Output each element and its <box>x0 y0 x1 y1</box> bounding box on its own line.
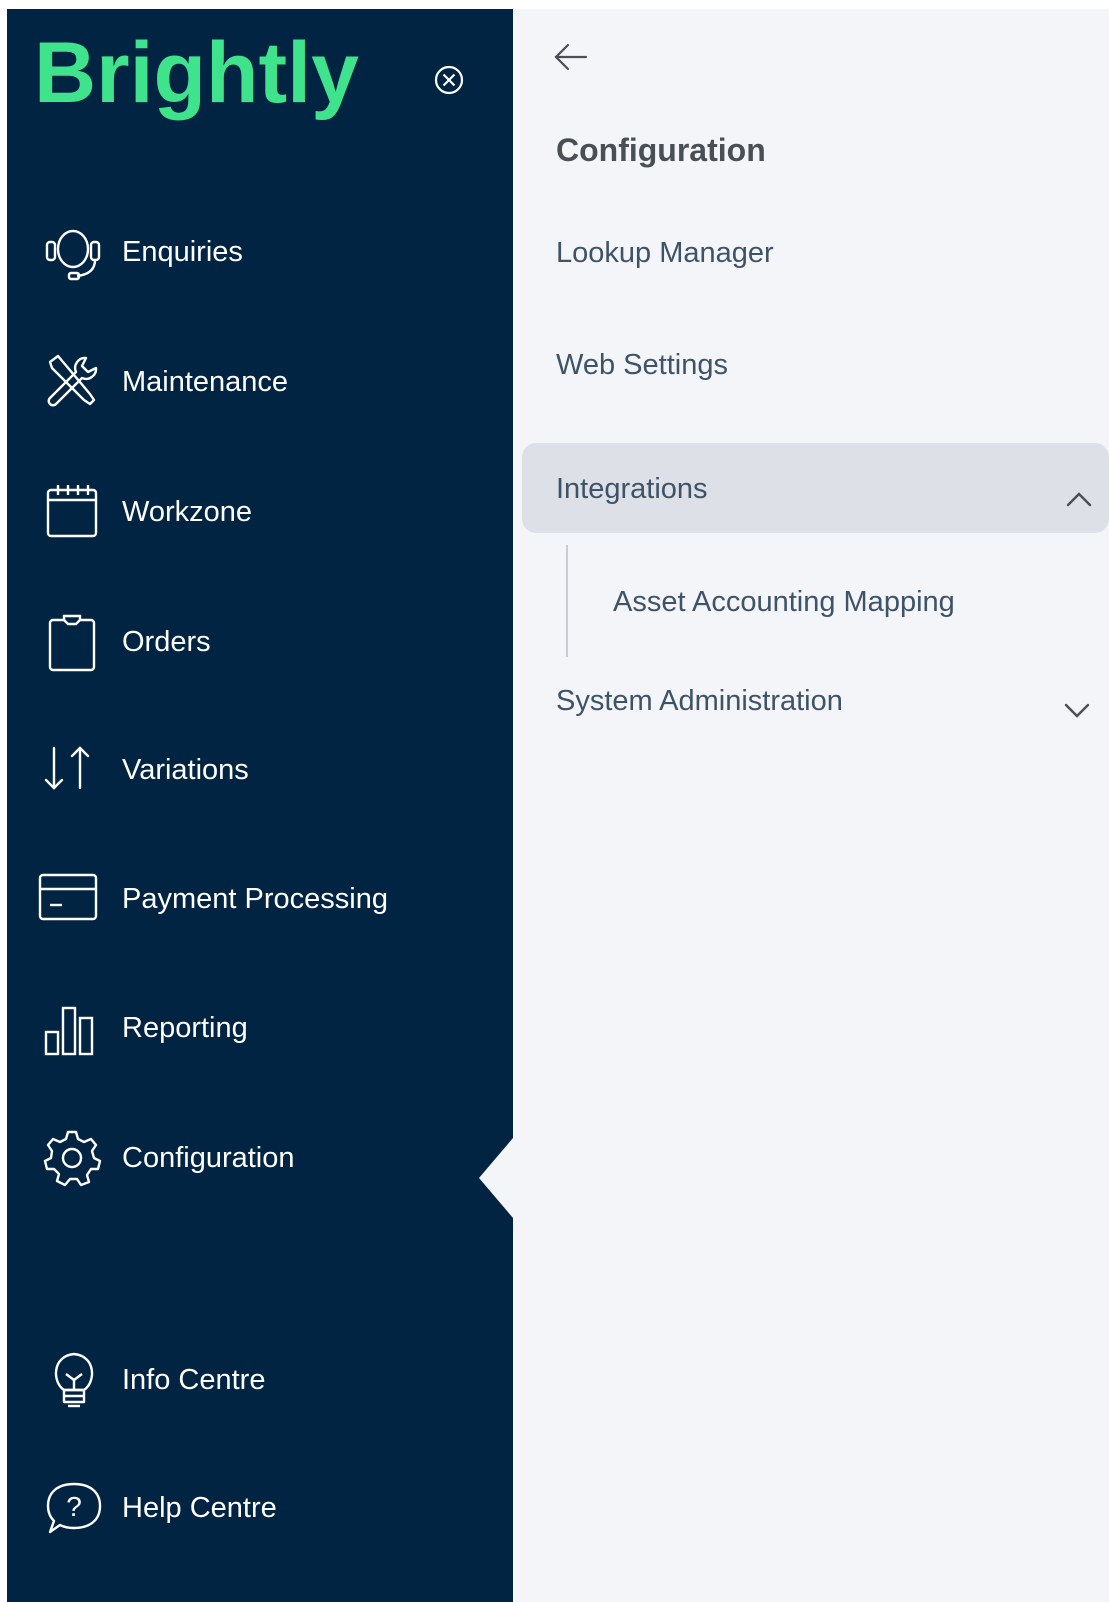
tools-icon <box>42 352 102 412</box>
sidebar-item-label: Help Centre <box>122 1492 277 1524</box>
menu-item-label: Integrations <box>556 473 708 505</box>
submenu-item-asset-accounting-mapping[interactable]: Asset Accounting Mapping <box>613 586 955 619</box>
sidebar-item-payment-processing[interactable]: Payment Processing <box>0 869 506 929</box>
bar-chart-icon <box>42 998 102 1058</box>
sidebar-item-label: Configuration <box>122 1142 295 1174</box>
sidebar-item-label: Payment Processing <box>122 883 388 915</box>
chevron-down-icon[interactable] <box>1060 698 1094 722</box>
chevron-up-icon[interactable] <box>1062 487 1096 511</box>
svg-text:Brightly: Brightly <box>34 25 359 121</box>
sidebar-item-orders[interactable]: Orders <box>0 612 506 672</box>
submenu-indent-line <box>566 545 568 657</box>
sidebar-item-info-centre[interactable]: Info Centre <box>0 1350 506 1410</box>
sidebar-item-label: Variations <box>122 754 249 786</box>
sidebar-item-variations[interactable]: Variations <box>0 740 506 800</box>
sidebar-item-label: Reporting <box>122 1012 248 1044</box>
arrow-left-icon[interactable] <box>552 38 590 76</box>
sidebar-item-label: Maintenance <box>122 366 289 398</box>
close-sidebar-icon[interactable] <box>432 63 466 97</box>
menu-item-web-settings[interactable]: Web Settings <box>556 349 728 382</box>
sort-arrows-icon <box>38 740 98 800</box>
menu-item-lookup-manager[interactable]: Lookup Manager <box>556 237 774 270</box>
menu-item-system-administration[interactable]: System Administration <box>556 685 843 718</box>
headset-icon <box>43 222 103 282</box>
sidebar-item-reporting[interactable]: Reporting <box>0 998 506 1058</box>
active-item-pointer <box>479 1138 513 1218</box>
sidebar-item-label: Enquiries <box>122 236 243 268</box>
lightbulb-icon <box>44 1350 104 1410</box>
sidebar-item-help-centre[interactable]: ? Help Centre <box>0 1478 506 1538</box>
panel-title: Configuration <box>556 132 766 168</box>
calendar-icon <box>42 482 102 542</box>
card-icon <box>38 869 98 929</box>
sidebar-item-label: Info Centre <box>122 1364 266 1396</box>
sidebar-item-workzone[interactable]: Workzone <box>0 482 506 542</box>
question-bubble-icon: ? <box>44 1478 104 1538</box>
svg-text:?: ? <box>66 1491 82 1522</box>
sidebar-item-enquiries[interactable]: Enquiries <box>0 222 506 282</box>
menu-item-integrations[interactable]: Integrations <box>522 443 1109 533</box>
brightly-logo: Brightly <box>30 22 370 122</box>
clipboard-icon <box>42 612 102 672</box>
sidebar-item-label: Orders <box>122 626 211 658</box>
sidebar-item-configuration[interactable]: Configuration <box>0 1128 506 1188</box>
sidebar-item-label: Workzone <box>122 496 253 528</box>
gear-icon <box>42 1128 102 1188</box>
sidebar-item-maintenance[interactable]: Maintenance <box>0 352 506 412</box>
